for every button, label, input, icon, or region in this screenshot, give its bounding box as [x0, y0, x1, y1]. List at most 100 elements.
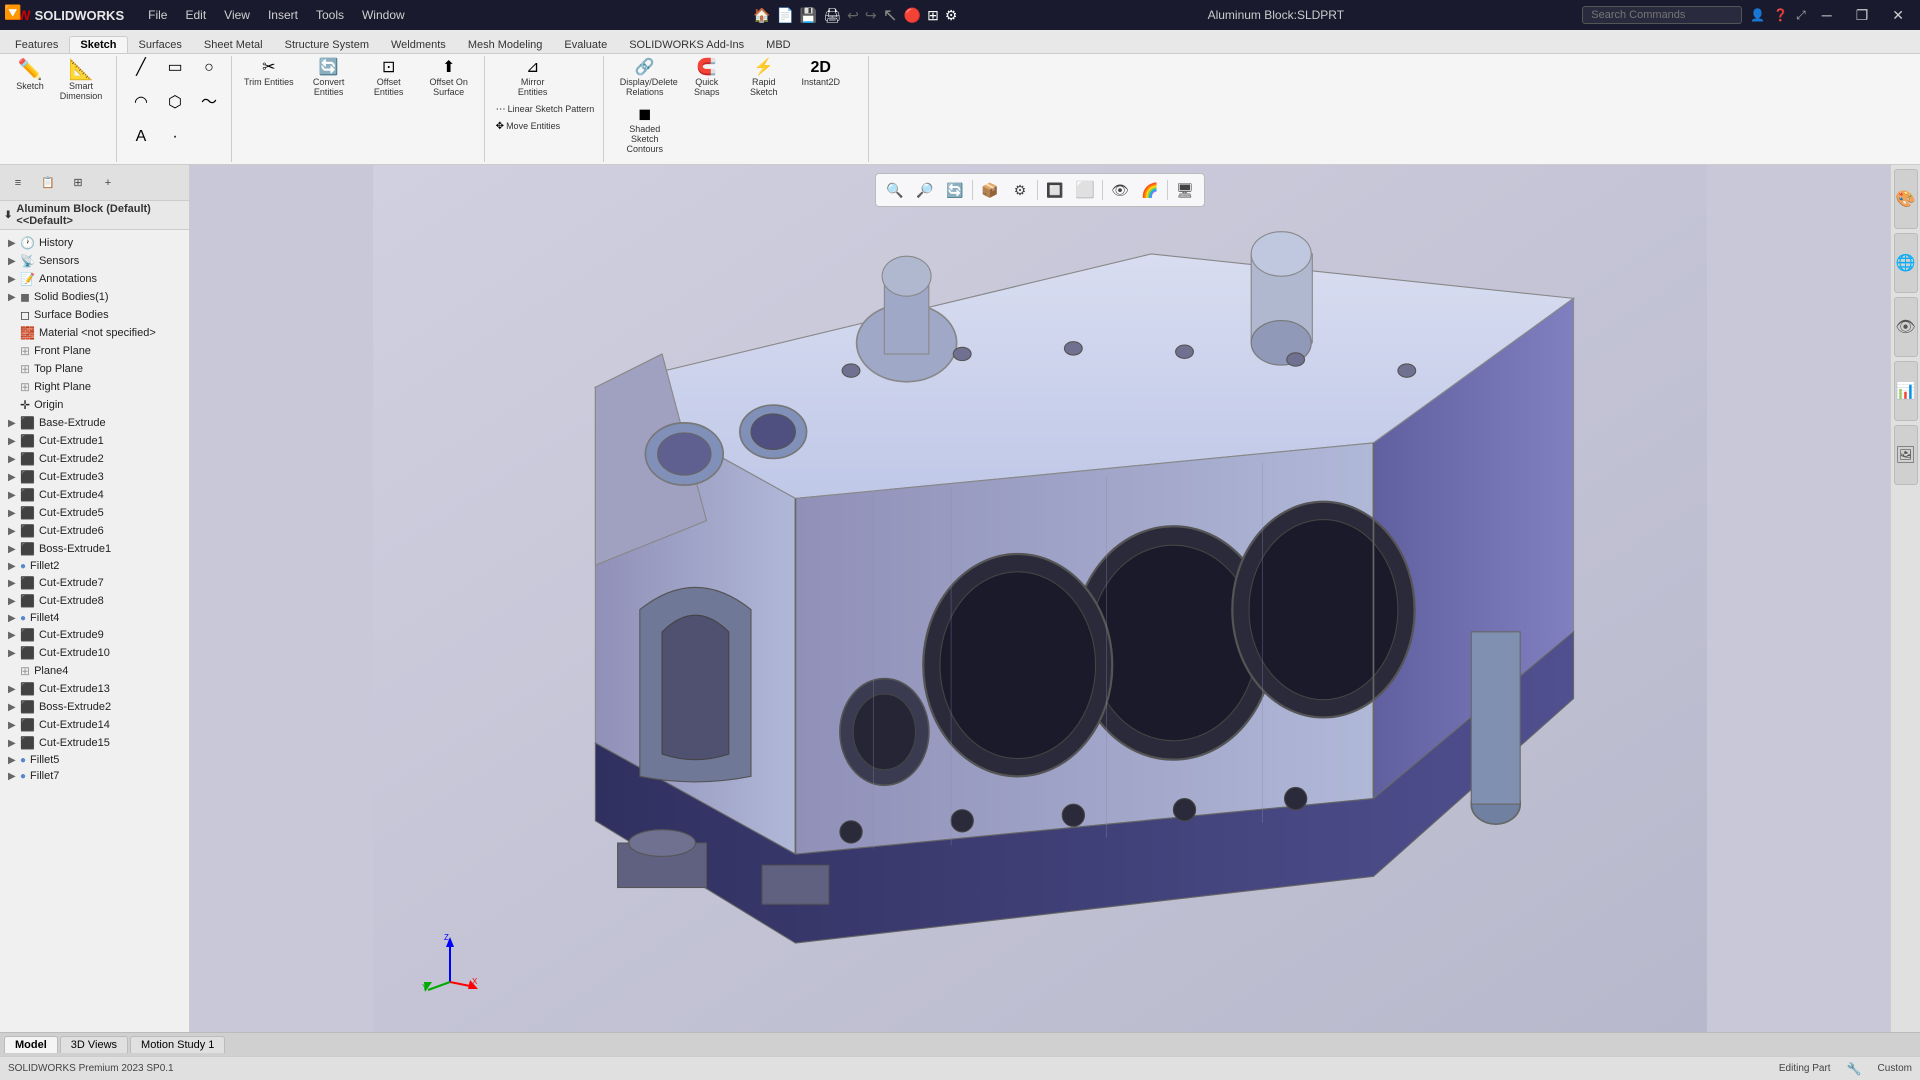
- tab-sheet-metal[interactable]: Sheet Metal: [193, 36, 274, 53]
- print-btn[interactable]: 🖨: [823, 7, 841, 24]
- view-options-btn[interactable]: ⊞: [927, 7, 939, 24]
- tree-item-cut-extrude10[interactable]: ▶ ⬛ Cut-Extrude10: [0, 644, 189, 662]
- zoom-to-fit-btn[interactable]: 🔍: [882, 177, 908, 203]
- menu-edit[interactable]: Edit: [177, 6, 214, 24]
- linear-pattern-btn[interactable]: ⋯ Linear Sketch Pattern: [493, 102, 598, 117]
- tab-evaluate[interactable]: Evaluate: [553, 36, 618, 53]
- arc-btn[interactable]: ◠: [125, 93, 157, 113]
- line-btn[interactable]: ╱: [125, 58, 157, 78]
- tree-item-cut-extrude9[interactable]: ▶ ⬛ Cut-Extrude9: [0, 626, 189, 644]
- redo-btn[interactable]: ↪: [865, 7, 877, 24]
- tab-mbd[interactable]: MBD: [755, 36, 801, 53]
- circle-btn[interactable]: ○: [193, 58, 225, 78]
- standard-views-btn[interactable]: 🔲: [1042, 177, 1068, 203]
- shaded-contours-btn[interactable]: ◼ Shaded Sketch Contours: [612, 105, 677, 157]
- menu-view[interactable]: View: [216, 6, 258, 24]
- view-settings-btn[interactable]: ⚙: [1007, 177, 1033, 203]
- feature-tree[interactable]: ▶ 🕐 History ▶ 📡 Sensors ▶ 📝 Annotations …: [0, 230, 189, 1032]
- appearance-panel-btn[interactable]: 🎨: [1894, 169, 1918, 229]
- select-btn[interactable]: ↖: [883, 5, 898, 26]
- help-icon[interactable]: ❓: [1773, 8, 1788, 22]
- cube-btn[interactable]: ⬜: [1072, 177, 1098, 203]
- rapid-sketch-btn[interactable]: ⚡ Rapid Sketch: [736, 58, 791, 100]
- appearance-btn[interactable]: 🌈: [1137, 177, 1163, 203]
- menu-file[interactable]: File: [140, 6, 175, 24]
- tree-item-cut-extrude1[interactable]: ▶ ⬛ Cut-Extrude1: [0, 432, 189, 450]
- tree-item-fillet2[interactable]: ▶ ● Fillet2: [0, 558, 189, 574]
- tab-sketch[interactable]: Sketch: [69, 36, 127, 53]
- tab-mesh-modeling[interactable]: Mesh Modeling: [457, 36, 554, 53]
- options-btn[interactable]: ⚙: [945, 7, 958, 24]
- smart-dimension-btn[interactable]: 📐 Smart Dimension: [52, 58, 110, 104]
- tree-item-front-plane[interactable]: ⊞ Front Plane: [0, 342, 189, 360]
- display-manager-btn[interactable]: 📊: [1894, 361, 1918, 421]
- quick-snaps-btn[interactable]: 🧲 Quick Snaps: [679, 58, 734, 100]
- viewport[interactable]: 🔍 🔎 🔄 📦 ⚙ 🔲 ⬜ 👁 🌈 🖥: [190, 165, 1890, 1032]
- tab-3d-views[interactable]: 3D Views: [60, 1036, 128, 1053]
- tree-item-cut-extrude2[interactable]: ▶ ⬛ Cut-Extrude2: [0, 450, 189, 468]
- tree-item-origin[interactable]: ✛ Origin: [0, 396, 189, 414]
- new-file-btn[interactable]: 🏠: [753, 7, 770, 24]
- rebuild-btn[interactable]: 🔴: [904, 7, 921, 24]
- section-view-btn[interactable]: 📦: [977, 177, 1003, 203]
- maximize-btn[interactable]: ❐: [1848, 5, 1877, 26]
- tab-features[interactable]: Features: [4, 36, 69, 53]
- menu-insert[interactable]: Insert: [260, 6, 306, 24]
- menu-tools[interactable]: Tools: [308, 6, 352, 24]
- rotate-view-btn[interactable]: 🔄: [942, 177, 968, 203]
- tab-motion-study[interactable]: Motion Study 1: [130, 1036, 225, 1053]
- tab-surfaces[interactable]: Surfaces: [128, 36, 193, 53]
- tree-item-fillet5[interactable]: ▶ ● Fillet5: [0, 752, 189, 768]
- display-style-btn[interactable]: 👁: [1107, 177, 1133, 203]
- close-btn[interactable]: ✕: [1884, 5, 1912, 26]
- tree-item-cut-extrude3[interactable]: ▶ ⬛ Cut-Extrude3: [0, 468, 189, 486]
- spline-btn[interactable]: 〜: [193, 93, 225, 113]
- tree-item-boss-extrude1[interactable]: ▶ ⬛ Boss-Extrude1: [0, 540, 189, 558]
- rectangle-btn[interactable]: ▭: [159, 58, 191, 78]
- zoom-area-btn[interactable]: 🔎: [912, 177, 938, 203]
- offset-entities-btn[interactable]: ⊡ Offset Entities: [360, 58, 418, 100]
- tree-item-cut-extrude14[interactable]: ▶ ⬛ Cut-Extrude14: [0, 716, 189, 734]
- property-manager-btn[interactable]: 📋: [34, 169, 62, 197]
- display-delete-relations-btn[interactable]: 🔗 Display/Delete Relations: [612, 58, 677, 100]
- tree-item-fillet4[interactable]: ▶ ● Fillet4: [0, 610, 189, 626]
- tree-item-fillet7[interactable]: ▶ ● Fillet7: [0, 768, 189, 784]
- tab-structure-system[interactable]: Structure System: [274, 36, 380, 53]
- open-btn[interactable]: 📄: [776, 7, 793, 24]
- instant2d-btn[interactable]: 2D Instant2D: [793, 58, 848, 90]
- offset-surface-btn[interactable]: ⬆ Offset On Surface: [420, 58, 478, 100]
- text-btn[interactable]: A: [125, 127, 157, 147]
- tree-item-history[interactable]: ▶ 🕐 History: [0, 234, 189, 252]
- scene-panel-btn[interactable]: 🌐: [1894, 233, 1918, 293]
- view-palette-btn[interactable]: 🖼: [1894, 425, 1918, 485]
- tree-item-right-plane[interactable]: ⊞ Right Plane: [0, 378, 189, 396]
- minimize-btn[interactable]: ─: [1814, 5, 1840, 25]
- menu-window[interactable]: Window: [354, 6, 413, 24]
- tree-item-sensors[interactable]: ▶ 📡 Sensors: [0, 252, 189, 270]
- expand-icon[interactable]: ⤢: [1796, 8, 1806, 23]
- configuration-manager-btn[interactable]: ⊞: [64, 169, 92, 197]
- save-btn[interactable]: 💾: [800, 7, 817, 24]
- polygon-btn[interactable]: ⬡: [159, 93, 191, 113]
- tree-item-surface-bodies[interactable]: ◻ Surface Bodies: [0, 306, 189, 324]
- trim-entities-btn[interactable]: ✂ Trim Entities: [240, 58, 298, 100]
- convert-entities-btn[interactable]: 🔄 Convert Entities: [300, 58, 358, 100]
- tab-solidworks-add-ins[interactable]: SOLIDWORKS Add-Ins: [618, 36, 755, 53]
- tab-weldments[interactable]: Weldments: [380, 36, 457, 53]
- dim-expert-btn[interactable]: +: [94, 169, 122, 197]
- tree-item-cut-extrude8[interactable]: ▶ ⬛ Cut-Extrude8: [0, 592, 189, 610]
- mirror-entities-btn[interactable]: ⊿ Mirror Entities: [493, 58, 573, 100]
- tree-item-cut-extrude7[interactable]: ▶ ⬛ Cut-Extrude7: [0, 574, 189, 592]
- monitor-btn[interactable]: 🖥: [1172, 177, 1198, 203]
- tree-item-plane4[interactable]: ⊞ Plane4: [0, 662, 189, 680]
- tree-item-cut-extrude15[interactable]: ▶ ⬛ Cut-Extrude15: [0, 734, 189, 752]
- user-icon[interactable]: 👤: [1750, 8, 1765, 22]
- tree-item-annotations[interactable]: ▶ 📝 Annotations: [0, 270, 189, 288]
- realview-btn[interactable]: 👁: [1894, 297, 1918, 357]
- sketch-btn[interactable]: ✏️ Sketch: [10, 58, 50, 94]
- tree-item-material[interactable]: 🧱 Material <not specified>: [0, 324, 189, 342]
- move-entities-btn[interactable]: ✥ Move Entities: [493, 119, 563, 134]
- tab-model[interactable]: Model: [4, 1036, 58, 1053]
- tree-item-cut-extrude4[interactable]: ▶ ⬛ Cut-Extrude4: [0, 486, 189, 504]
- tree-item-cut-extrude13[interactable]: ▶ ⬛ Cut-Extrude13: [0, 680, 189, 698]
